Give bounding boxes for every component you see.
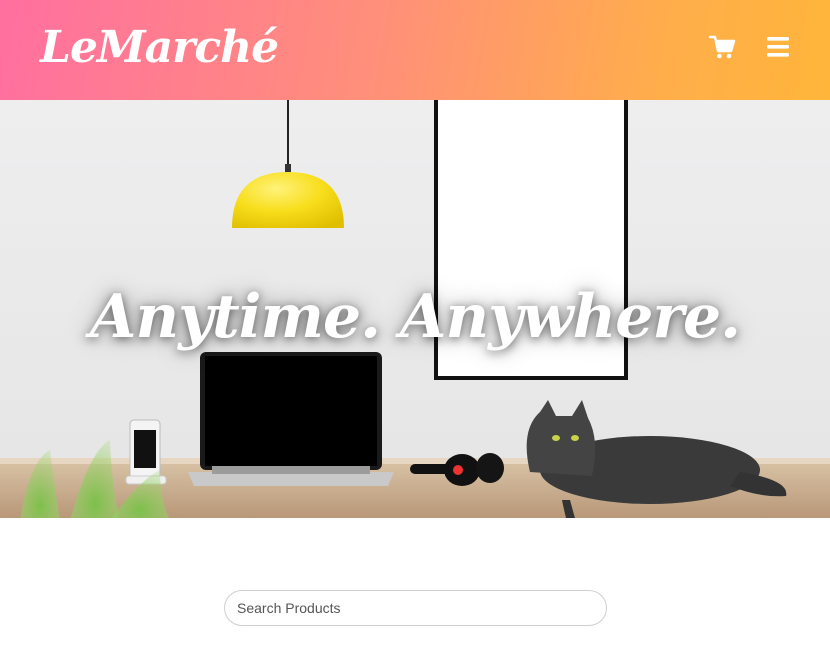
hero-banner: Anytime. Anywhere.: [0, 100, 830, 518]
site-header: LeMarché: [0, 0, 830, 100]
hamburger-menu-icon: [767, 37, 789, 57]
menu-button[interactable]: [764, 33, 792, 61]
cart-button[interactable]: [708, 33, 736, 61]
search-input[interactable]: [224, 590, 607, 626]
site-logo[interactable]: LeMarché: [40, 22, 279, 73]
hero-headline: Anytime. Anywhere.: [89, 282, 741, 352]
search-bar: [224, 590, 607, 626]
shopping-cart-icon: [708, 35, 736, 59]
